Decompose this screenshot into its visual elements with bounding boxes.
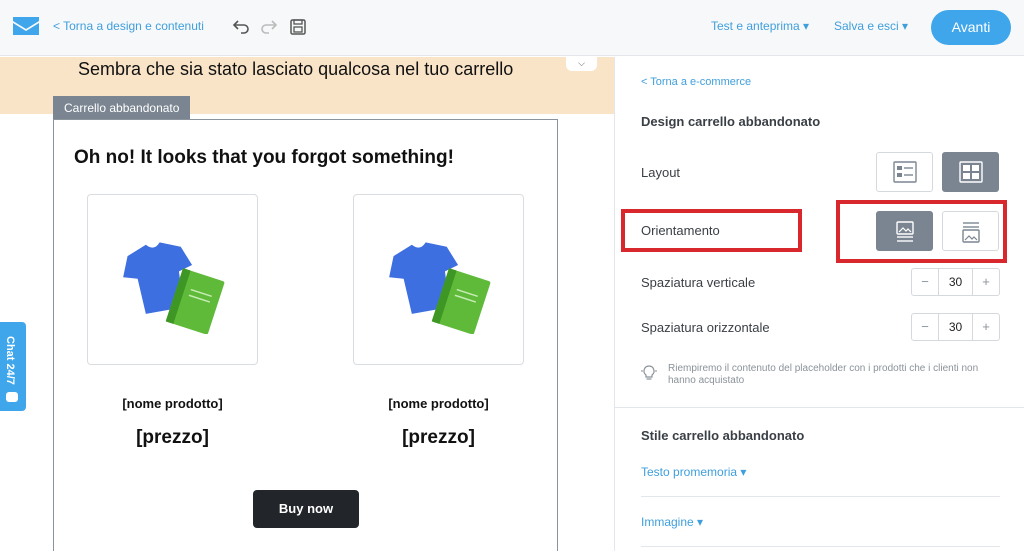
email-title: Oh no! It looks that you forgot somethin…	[74, 147, 454, 168]
vertical-spacing-minus-button[interactable]: −	[912, 269, 938, 295]
list-layout-icon	[893, 161, 917, 183]
email-canvas: Sembra che sia stato lasciato qualcosa n…	[0, 57, 614, 551]
product-name-2: [nome prodotto]	[388, 396, 489, 411]
back-to-ecommerce-link[interactable]: < Torna a e-commerce	[641, 76, 751, 88]
save-exit-menu[interactable]: Salva e esci ▾	[834, 19, 908, 33]
chat-tab[interactable]: Chat 24/7	[0, 322, 26, 411]
test-preview-menu[interactable]: Test e anteprima ▾	[711, 19, 809, 33]
horizontal-spacing-stepper[interactable]: − 30 +	[911, 313, 1000, 341]
image-toggle[interactable]: Immagine ▾	[641, 515, 703, 529]
vertical-spacing-plus-button[interactable]: +	[973, 269, 999, 295]
image-below-text-icon	[962, 222, 980, 243]
banner-text: Sembra che sia stato lasciato qualcosa n…	[78, 59, 514, 79]
horizontal-spacing-minus-button[interactable]: −	[912, 314, 938, 340]
block-tag[interactable]: Carrello abbandonato	[53, 96, 191, 120]
redo-icon[interactable]	[259, 17, 279, 37]
vertical-spacing-value[interactable]: 30	[938, 269, 973, 295]
horizontal-spacing-label: Spaziatura orizzontale	[641, 320, 770, 335]
design-heading: Design carrello abbandonato	[641, 114, 821, 129]
product-image-2[interactable]	[353, 194, 524, 365]
chat-bubble-icon	[6, 392, 18, 402]
style-heading: Stile carrello abbandonato	[641, 428, 805, 443]
lightbulb-icon	[641, 365, 657, 380]
product-image-1[interactable]	[87, 194, 258, 365]
chat-label: Chat 24/7	[4, 336, 16, 385]
reminder-text-toggle[interactable]: Testo promemoria ▾	[641, 465, 746, 479]
envelope-logo-icon[interactable]	[13, 17, 39, 35]
grid-layout-icon	[959, 161, 983, 183]
orientation-image-bottom-option[interactable]	[942, 211, 999, 251]
settings-panel: < Torna a e-commerce Design carrello abb…	[614, 57, 1024, 551]
product-name-1: [nome prodotto]	[122, 396, 223, 411]
layout-label: Layout	[641, 165, 681, 180]
undo-icon[interactable]	[231, 17, 251, 37]
horizontal-spacing-value[interactable]: 30	[938, 314, 973, 340]
vertical-spacing-label: Spaziatura verticale	[641, 275, 756, 290]
separator	[641, 546, 1000, 547]
top-bar: < Torna a design e contenuti Test e ante…	[0, 0, 1024, 56]
product-price-2: [prezzo]	[402, 427, 475, 448]
section-divider	[615, 407, 1024, 408]
floppy-save-icon[interactable]	[288, 17, 308, 37]
next-button[interactable]: Avanti	[931, 10, 1011, 45]
chevron-down-icon[interactable]: ⌵	[566, 57, 597, 71]
orientation-label: Orientamento	[641, 223, 720, 238]
placeholder-hint: Riempiremo il contenuto del placeholder …	[668, 363, 979, 386]
horizontal-spacing-plus-button[interactable]: +	[973, 314, 999, 340]
image-above-text-icon	[896, 221, 914, 242]
layout-list-option[interactable]	[876, 152, 933, 192]
product-price-1: [prezzo]	[136, 427, 209, 448]
orientation-image-top-option[interactable]	[876, 211, 933, 251]
abandoned-cart-block[interactable]: Oh no! It looks that you forgot somethin…	[53, 119, 558, 551]
separator	[641, 496, 1000, 497]
tshirt-book-icon	[389, 242, 491, 334]
back-to-design-link[interactable]: < Torna a design e contenuti	[53, 19, 204, 33]
vertical-spacing-stepper[interactable]: − 30 +	[911, 268, 1000, 296]
buy-now-button[interactable]: Buy now	[253, 490, 359, 528]
layout-grid-option[interactable]	[942, 152, 999, 192]
tshirt-book-icon	[123, 242, 225, 334]
